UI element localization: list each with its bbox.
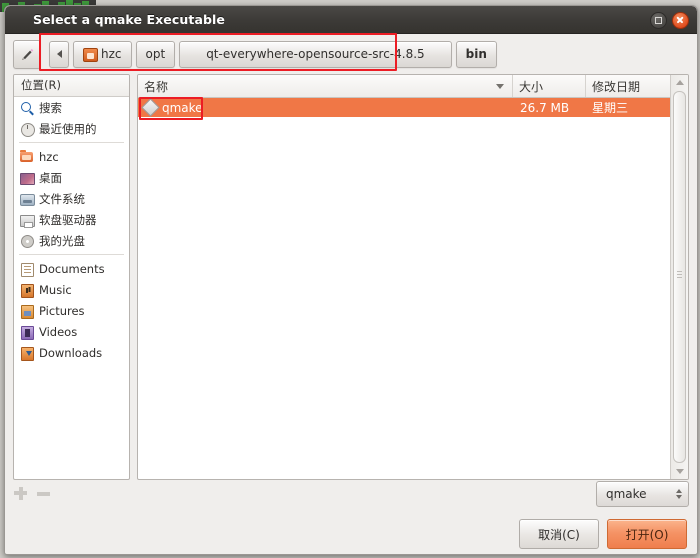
chevron-left-icon xyxy=(56,50,62,58)
sidebar-item-label: 桌面 xyxy=(39,170,62,185)
sidebar-item-label: 搜索 xyxy=(39,100,62,115)
desktop-icon xyxy=(20,171,35,185)
downloads-icon xyxy=(20,346,34,361)
column-header-size[interactable]: 大小 xyxy=(512,75,585,97)
home-folder-icon xyxy=(20,149,34,164)
breadcrumb-label: opt xyxy=(145,47,166,61)
breadcrumb-label: bin xyxy=(465,47,487,61)
sidebar-item-label: 文件系统 xyxy=(39,191,85,206)
column-label: 修改日期 xyxy=(592,79,641,94)
sidebar-item-music[interactable]: Music xyxy=(14,279,129,300)
sidebar-divider xyxy=(19,254,124,255)
pencil-icon xyxy=(21,48,33,60)
path-breadcrumbs: hzc opt qt-everywhere-opensource-src-4.8… xyxy=(49,40,497,68)
breadcrumb-qt-source[interactable]: qt-everywhere-opensource-src-4.8.5 xyxy=(179,40,452,68)
column-header-date[interactable]: 修改日期 xyxy=(585,75,670,97)
column-label: 名称 xyxy=(144,79,169,94)
sidebar-item-label: hzc xyxy=(39,149,59,164)
chevron-up-icon xyxy=(675,80,684,85)
breadcrumb-bin[interactable]: bin xyxy=(455,40,497,68)
scrollbar-thumb[interactable] xyxy=(673,91,686,463)
type-location-button[interactable] xyxy=(13,39,41,69)
spinner-icon xyxy=(676,489,682,499)
places-sidebar: 位置(R) 搜索 最近使用的 hzc 桌面 文件系统 软盘驱动器 我的光盘 Do… xyxy=(13,74,130,480)
places-header: 位置(R) xyxy=(14,75,129,97)
maximize-button[interactable] xyxy=(650,12,667,29)
file-list: 名称 大小 修改日期 qmake 26.7 MB 星期三 xyxy=(138,75,670,479)
sidebar-item-downloads[interactable]: Downloads xyxy=(14,342,129,363)
documents-icon xyxy=(20,262,34,277)
videos-icon xyxy=(20,325,34,340)
sidebar-item-cdrom[interactable]: 我的光盘 xyxy=(14,230,129,251)
breadcrumb-label: hzc xyxy=(101,47,122,61)
sidebar-item-pictures[interactable]: Pictures xyxy=(14,300,129,321)
path-toolbar: hzc opt qt-everywhere-opensource-src-4.8… xyxy=(5,33,697,74)
pictures-icon xyxy=(20,304,34,319)
remove-bookmark-button[interactable] xyxy=(36,486,51,501)
sidebar-item-label: Videos xyxy=(39,324,78,339)
home-folder-icon xyxy=(83,47,98,62)
sidebar-item-filesystem[interactable]: 文件系统 xyxy=(14,188,129,209)
path-back-button[interactable] xyxy=(49,40,69,68)
recent-icon xyxy=(20,122,35,137)
sidebar-item-videos[interactable]: Videos xyxy=(14,321,129,342)
sidebar-divider xyxy=(19,142,124,143)
breadcrumb-hzc[interactable]: hzc xyxy=(73,40,132,68)
floppy-icon xyxy=(20,213,35,228)
sidebar-item-label: Documents xyxy=(39,261,105,276)
sidebar-item-label: Downloads xyxy=(39,345,103,360)
add-bookmark-button[interactable] xyxy=(13,486,28,501)
open-button[interactable]: 打开(O) xyxy=(607,519,687,549)
column-label: 大小 xyxy=(519,79,544,94)
scroll-down-button[interactable] xyxy=(671,464,688,479)
search-icon xyxy=(20,101,34,115)
scroll-up-button[interactable] xyxy=(671,75,688,90)
title-bar[interactable]: Select a qmake Executable xyxy=(5,6,697,34)
breadcrumb-label: qt-everywhere-opensource-src-4.8.5 xyxy=(206,47,425,61)
file-filter-combobox[interactable]: qmake xyxy=(596,481,689,507)
dialog-actions: 取消(C) 打开(O) xyxy=(5,506,697,554)
sort-descending-icon xyxy=(496,84,504,89)
sidebar-item-documents[interactable]: Documents xyxy=(14,258,129,279)
close-button[interactable] xyxy=(672,12,689,29)
chevron-down-icon xyxy=(675,469,684,474)
sidebar-item-desktop[interactable]: 桌面 xyxy=(14,167,129,188)
file-name: qmake xyxy=(162,100,203,115)
cancel-button[interactable]: 取消(C) xyxy=(519,519,599,549)
sidebar-item-label: Pictures xyxy=(39,303,85,318)
sidebar-item-label: 最近使用的 xyxy=(39,121,97,136)
sidebar-item-hzc[interactable]: hzc xyxy=(14,146,129,167)
qt-executable-icon xyxy=(141,98,160,117)
file-rows: qmake 26.7 MB 星期三 xyxy=(138,97,670,479)
sidebar-item-search[interactable]: 搜索 xyxy=(14,97,129,118)
column-header-name[interactable]: 名称 xyxy=(138,75,512,97)
file-filter-value: qmake xyxy=(606,487,647,501)
file-chooser-dialog: Select a qmake Executable hzc opt qt-eve… xyxy=(4,5,698,555)
cell-name: qmake xyxy=(138,98,514,117)
cell-date: 星期三 xyxy=(592,101,629,115)
file-list-pane: 名称 大小 修改日期 qmake 26.7 MB 星期三 xyxy=(137,74,689,480)
sidebar-item-recent[interactable]: 最近使用的 xyxy=(14,118,129,139)
window-title: Select a qmake Executable xyxy=(33,12,225,27)
sidebar-item-label: 我的光盘 xyxy=(39,233,85,248)
sidebar-item-label: Music xyxy=(39,282,72,297)
file-list-scrollbar[interactable] xyxy=(670,75,688,479)
dialog-body: 位置(R) 搜索 最近使用的 hzc 桌面 文件系统 软盘驱动器 我的光盘 Do… xyxy=(5,74,697,480)
filesystem-icon xyxy=(20,192,35,206)
table-row[interactable]: qmake 26.7 MB 星期三 xyxy=(138,97,670,120)
sidebar-item-floppy[interactable]: 软盘驱动器 xyxy=(14,209,129,230)
sidebar-actions-row: qmake xyxy=(5,480,697,507)
sidebar-item-label: 软盘驱动器 xyxy=(39,212,97,227)
music-icon xyxy=(20,283,34,298)
breadcrumb-opt[interactable]: opt xyxy=(135,40,176,68)
cdrom-icon xyxy=(20,234,34,248)
file-list-header: 名称 大小 修改日期 xyxy=(138,75,670,98)
cell-size: 26.7 MB xyxy=(520,100,570,115)
